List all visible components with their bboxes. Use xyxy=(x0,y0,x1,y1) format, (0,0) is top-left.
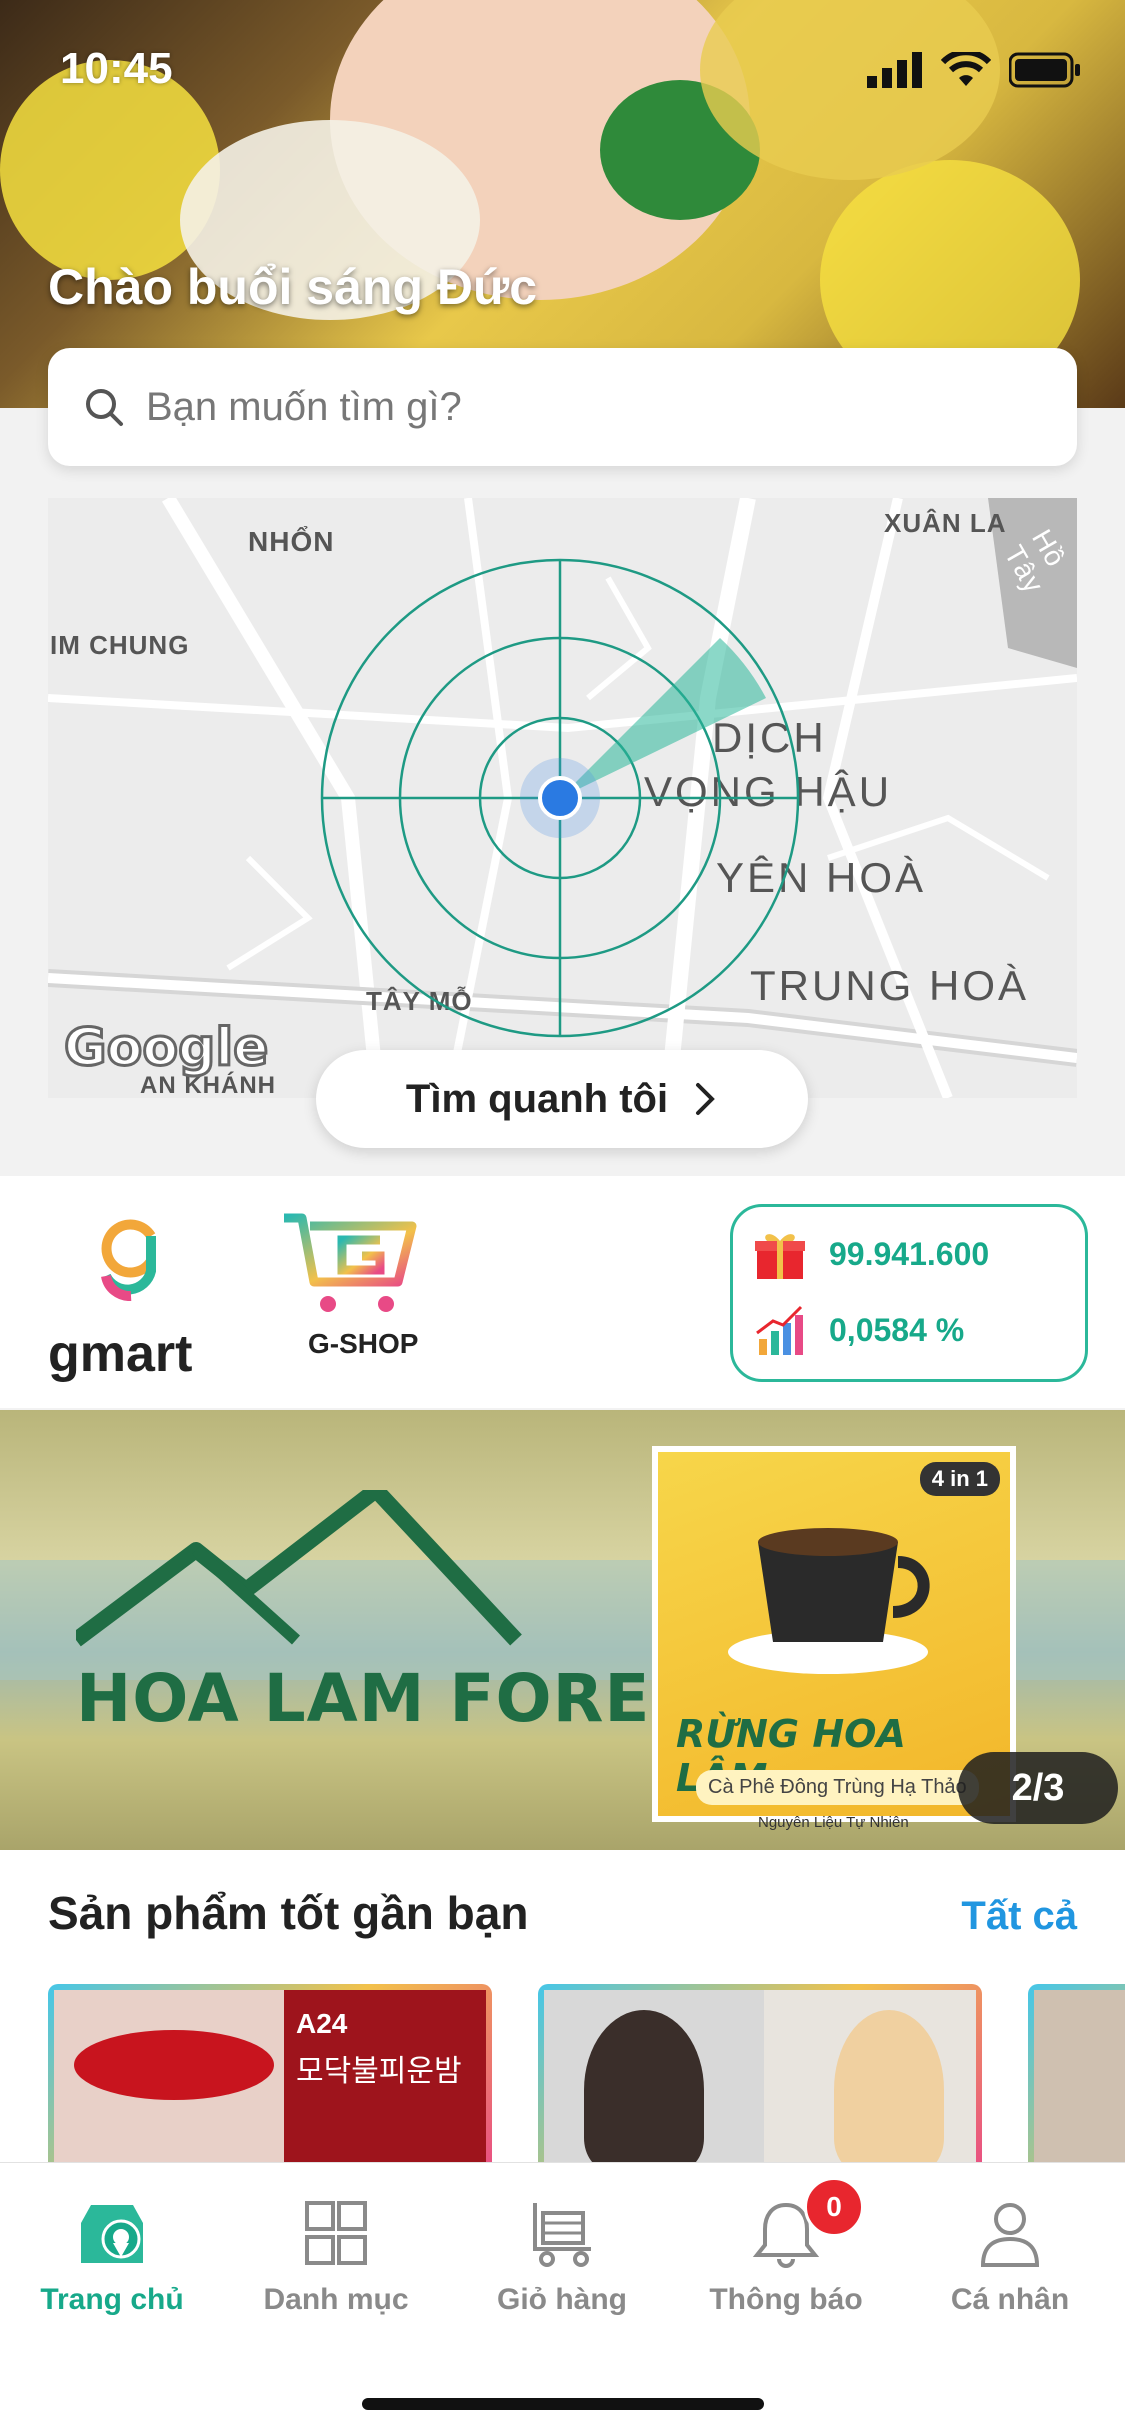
section-title: Sản phẩm tốt gần bạn xyxy=(48,1887,529,1939)
chevron-right-icon xyxy=(696,1083,715,1115)
cart-icon xyxy=(284,1213,417,1312)
gmart-g-icon xyxy=(101,1219,156,1302)
wallet-points: 99.941.600 xyxy=(829,1235,990,1272)
grid-icon xyxy=(305,2201,367,2265)
cart-icon xyxy=(533,2203,591,2267)
product-card-image xyxy=(1034,1990,1125,2162)
wallet-rate-row: 0,0584 % xyxy=(753,1303,964,1357)
wifi-icon xyxy=(941,52,991,86)
see-all-link[interactable]: Tất cả xyxy=(961,1894,1077,1939)
growth-chart-icon xyxy=(756,1305,803,1355)
person-shape xyxy=(584,2010,704,2162)
tab-home[interactable]: Trang chủ xyxy=(2,2199,222,2317)
person-shape xyxy=(834,2010,944,2162)
card-text: 모닥불피운밤 xyxy=(296,2054,462,2089)
nearby-products-section: Sản phẩm tốt gần bạn Tất cả A24 모닥불피운밤 xyxy=(0,1850,1125,2162)
map-view[interactable]: NHỔN XUÂN LA IM CHUNG DỊCH VỌNG HẬU YÊN … xyxy=(48,498,1077,1098)
status-bar: 10:45 xyxy=(0,0,1125,140)
tab-label: Giỏ hàng xyxy=(497,2283,627,2316)
promo-banner[interactable]: HOA LAM FOREST 4 in 1 RỪNG HOA LÂM Cà Ph… xyxy=(0,1410,1125,1850)
signal-icon xyxy=(867,52,922,88)
tab-label: Thông báo xyxy=(709,2283,863,2316)
product-badge: 4 in 1 xyxy=(919,1462,1000,1496)
product-card-image xyxy=(544,1990,976,2162)
gmart-logo[interactable]: gmart xyxy=(48,1216,208,1386)
tab-cart[interactable]: Giỏ hàng xyxy=(452,2199,672,2317)
gshop-logo[interactable]: G-SHOP xyxy=(280,1212,440,1382)
product-card[interactable] xyxy=(538,1984,982,2162)
battery-icon xyxy=(1009,52,1080,88)
map-label: IM CHUNG xyxy=(50,630,190,660)
user-icon xyxy=(980,2203,1040,2267)
tab-profile[interactable]: Cá nhân xyxy=(900,2199,1120,2317)
banner-brand-text: HOA LAM FOREST xyxy=(76,1660,746,1737)
greeting-text: Chào buổi sáng Đức xyxy=(48,259,538,315)
status-time: 10:45 xyxy=(60,44,173,93)
product-card[interactable] xyxy=(1028,1984,1125,2162)
product-subtitle: Cà Phê Đông Trùng Hạ Thảo xyxy=(696,1770,979,1805)
card-tag: A24 xyxy=(296,2008,348,2039)
bottom-tab-bar: Trang chủ Danh mục Giỏ hàng Thông báo 0 xyxy=(0,2162,1125,2436)
google-logo: Google xyxy=(62,1017,269,1080)
product-card[interactable]: A24 모닥불피운밤 xyxy=(48,1984,492,2162)
tab-label: Danh mục xyxy=(263,2283,409,2316)
product-card-image: A24 모닥불피운밤 xyxy=(54,1990,486,2162)
tab-label: Cá nhân xyxy=(950,2283,1070,2316)
near-me-button[interactable]: Tìm quanh tôi xyxy=(316,1050,808,1148)
home-indicator xyxy=(362,2398,764,2410)
gmart-text: gmart xyxy=(48,1325,193,1383)
map-label: NHỔN xyxy=(248,526,335,557)
search-input[interactable] xyxy=(146,384,1046,430)
map-label: XUÂN LA xyxy=(884,508,1007,538)
gift-icon xyxy=(755,1234,805,1279)
notification-badge: 0 xyxy=(804,2177,864,2237)
radar-overlay xyxy=(320,558,800,1038)
product-note: Nguyên Liệu Tự Nhiên xyxy=(758,1814,909,1831)
home-store-icon xyxy=(81,2205,143,2263)
tab-label: Trang chủ xyxy=(40,2283,184,2316)
coffee-cup-icon xyxy=(728,1528,930,1674)
search-icon xyxy=(86,389,123,426)
wallet-points-row: 99.941.600 xyxy=(753,1227,989,1281)
near-me-label: Tìm quanh tôi xyxy=(405,1076,669,1121)
status-icons xyxy=(867,52,1081,88)
wallet-card[interactable]: 99.941.600 0,0584 % xyxy=(730,1204,1088,1382)
lips-shape xyxy=(74,2030,274,2100)
banner-pager: 2/3 xyxy=(958,1752,1118,1824)
tab-notifications[interactable]: Thông báo 0 xyxy=(676,2177,896,2317)
tab-categories[interactable]: Danh mục xyxy=(226,2199,446,2317)
search-bar[interactable] xyxy=(48,348,1077,466)
product-box: 4 in 1 RỪNG HOA LÂM Cà Phê Đông Trùng Hạ… xyxy=(652,1446,1016,1831)
location-dot-icon xyxy=(538,776,582,820)
gshop-text: G-SHOP xyxy=(308,1328,419,1359)
wallet-rate: 0,0584 % xyxy=(829,1311,965,1348)
brands-row: gmart G-SHOP 99.941.600 0,0584 % xyxy=(0,1176,1125,1408)
